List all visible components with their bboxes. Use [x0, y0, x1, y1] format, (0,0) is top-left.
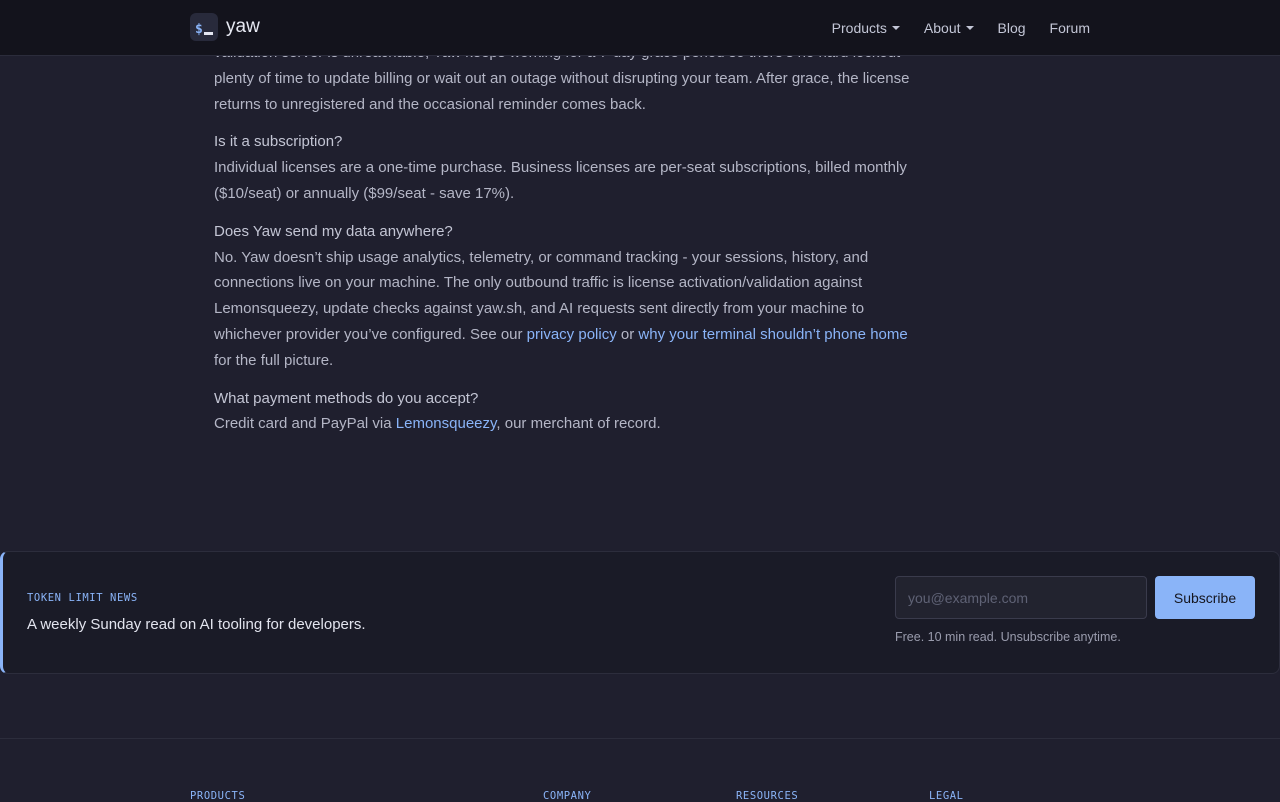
- newsletter-description: A weekly Sunday read on AI tooling for d…: [27, 616, 366, 633]
- faq-answer-text: , our merchant of record.: [496, 415, 661, 433]
- faq-item-subscription: Is it a subscription? Individual license…: [214, 129, 926, 206]
- faq-item-payment: What payment methods do you accept? Cred…: [214, 386, 926, 438]
- nav-products-dropdown[interactable]: Products: [832, 20, 900, 36]
- footer-heading-legal: LEGAL: [929, 790, 964, 802]
- faq-question: Is it a subscription?: [214, 133, 343, 151]
- faq-answer: No. Yaw doesn’t ship usage analytics, te…: [214, 245, 926, 374]
- faq-question: What payment methods do you accept?: [214, 389, 479, 407]
- footer-heading-company: COMPANY: [543, 790, 592, 802]
- faq-answer-text: plenty of time to update billing or wait…: [214, 69, 910, 113]
- brand-home-link[interactable]: $ yaw: [190, 13, 260, 41]
- email-input[interactable]: [895, 576, 1147, 619]
- footer-heading-products: PRODUCTS: [190, 790, 246, 802]
- phone-home-article-link[interactable]: why your terminal shouldn’t phone home: [638, 326, 907, 343]
- faq-answer: Individual licenses are a one-time purch…: [214, 159, 907, 202]
- lemonsqueezy-link[interactable]: Lemonsqueezy: [396, 415, 497, 432]
- privacy-policy-link[interactable]: privacy policy: [527, 326, 617, 343]
- nav-about-dropdown[interactable]: About: [924, 20, 974, 36]
- terminal-logo-icon: $: [190, 13, 218, 41]
- newsletter-tag: TOKEN LIMIT NEWS: [27, 592, 138, 604]
- footer-heading-resources: RESOURCES: [736, 790, 799, 802]
- newsletter-card: TOKEN LIMIT NEWS A weekly Sunday read on…: [0, 551, 1280, 674]
- faq-answer-text: or: [616, 325, 639, 343]
- nav-products-label: Products: [831, 19, 887, 36]
- caret-down-icon: [965, 25, 974, 30]
- faq-item-data: Does Yaw send my data anywhere? No. Yaw …: [214, 219, 926, 374]
- faq-answer-text: Credit card and PayPal via: [214, 415, 396, 433]
- logo-cursor-glyph: [203, 32, 213, 35]
- faq-question: Does Yaw send my data anywhere?: [214, 222, 453, 240]
- top-navbar: $ yaw Products About Blog Forum: [0, 0, 1280, 56]
- nav-forum-link[interactable]: Forum: [1050, 20, 1090, 36]
- subscribe-button[interactable]: Subscribe: [1155, 576, 1255, 619]
- nav-about-label: About: [923, 19, 961, 36]
- newsletter-note: Free. 10 min read. Unsubscribe anytime.: [895, 630, 1121, 644]
- nav-links: Products About Blog Forum: [808, 0, 1090, 55]
- footer-divider: [0, 738, 1280, 739]
- logo-dollar-glyph: $: [195, 22, 203, 37]
- faq-answer-text: for the full picture.: [214, 351, 334, 369]
- faq-section: validation server is unreachable, Yaw ke…: [214, 40, 926, 449]
- nav-blog-link[interactable]: Blog: [998, 20, 1026, 36]
- faq-answer: Credit card and PayPal via Lemonsqueezy,…: [214, 411, 926, 437]
- brand-name: yaw: [226, 16, 260, 37]
- caret-down-icon: [891, 25, 900, 30]
